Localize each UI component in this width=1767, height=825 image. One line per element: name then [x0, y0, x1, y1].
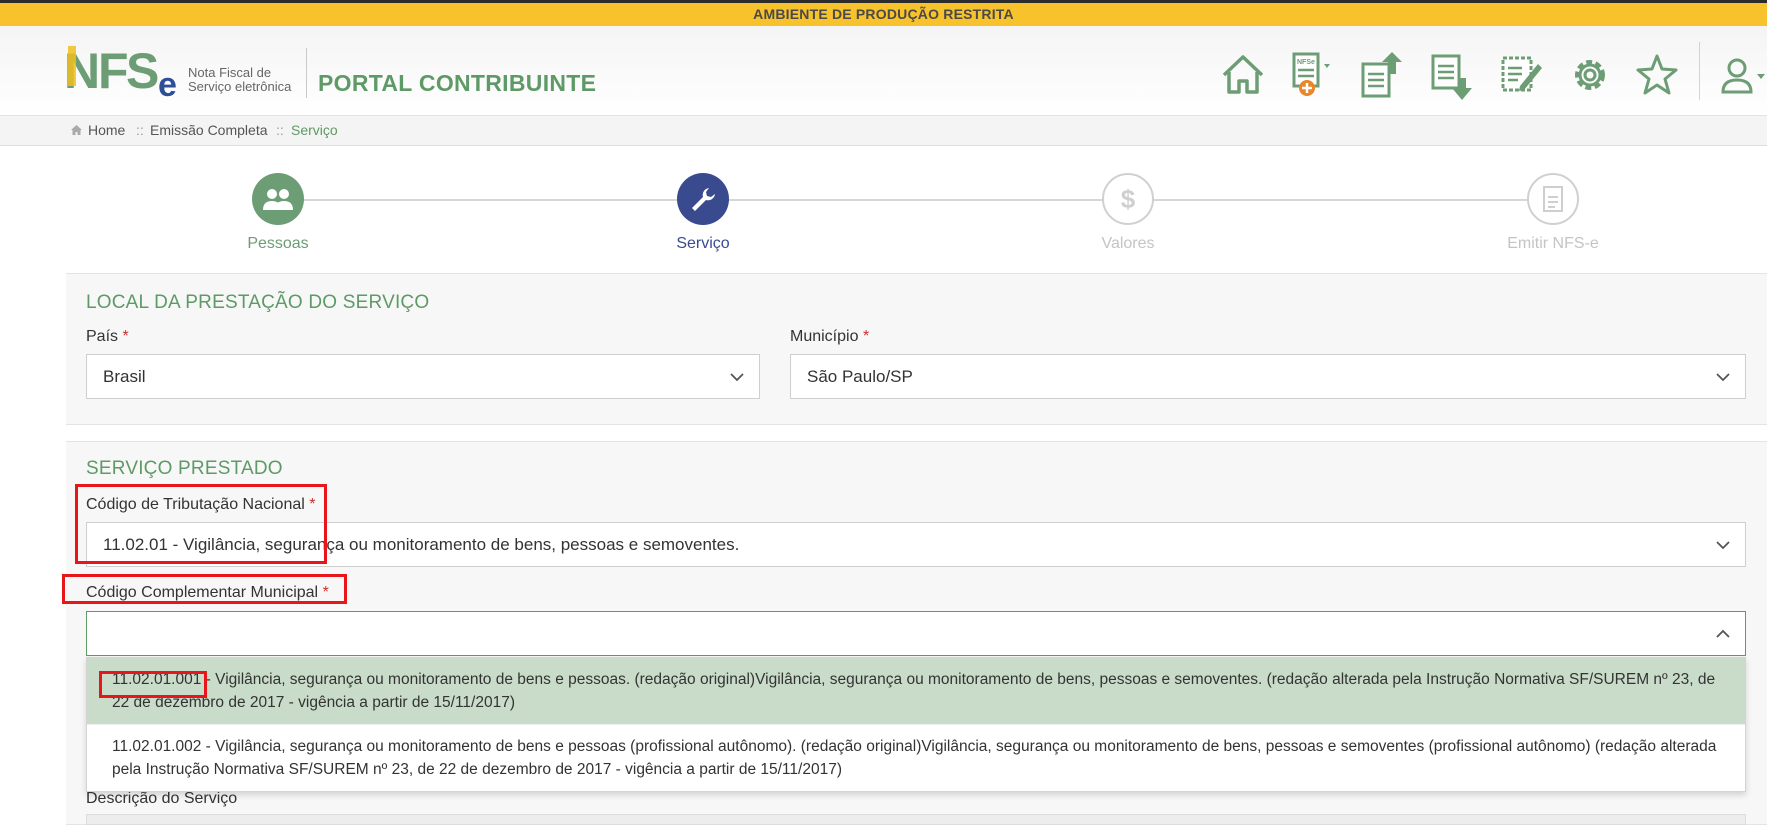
home-icon — [70, 122, 83, 138]
svg-text:NFSe: NFSe — [1297, 59, 1315, 66]
header: N F S e Nota Fiscal de Serviço eletrônic… — [0, 26, 1767, 116]
step-emitir-nfse[interactable]: Emitir NFS-e — [1473, 173, 1633, 253]
document-icon — [1527, 173, 1579, 225]
step-label: Serviço — [676, 235, 730, 252]
user-icon[interactable] — [1715, 48, 1767, 102]
option-text: - Vigilância, segurança ou monitoramento… — [112, 738, 1717, 778]
codigo-nacional-label: Código de Tributação Nacional * — [86, 496, 316, 513]
star-icon[interactable] — [1632, 48, 1682, 102]
people-icon — [252, 173, 304, 225]
svg-text:S: S — [126, 44, 159, 99]
municipio-label: Município * — [790, 328, 870, 345]
chevron-down-icon — [730, 373, 744, 382]
breadcrumb-home[interactable]: Home — [88, 122, 125, 138]
logo-subtitle-line1: Nota Fiscal de — [188, 65, 272, 80]
option-text: - Vigilância, segurança ou monitoramento… — [112, 671, 1716, 711]
home-icon[interactable] — [1218, 48, 1268, 102]
pais-value: Brasil — [103, 367, 146, 386]
step-valores[interactable]: $ Valores — [1048, 173, 1208, 253]
svg-text:F: F — [98, 44, 127, 99]
new-nfse-icon[interactable]: NFSe — [1284, 48, 1334, 102]
wrench-icon — [677, 173, 729, 225]
logo-subtitle: Nota Fiscal de Serviço eletrônica — [188, 66, 291, 94]
chevron-down-icon — [1716, 541, 1730, 550]
steps-connector — [278, 199, 1553, 201]
svg-text:$: $ — [1121, 184, 1136, 214]
edit-doc-icon[interactable] — [1496, 48, 1546, 102]
pais-label: País * — [86, 328, 129, 345]
local-prestacao-title: LOCAL DA PRESTAÇÃO DO SERVIÇO — [86, 292, 430, 313]
upload-doc-icon[interactable] — [1356, 48, 1406, 102]
step-label: Pessoas — [247, 235, 309, 252]
step-pessoas[interactable]: Pessoas — [198, 173, 358, 253]
svg-text:e: e — [158, 66, 177, 100]
codigo-municipal-select[interactable] — [86, 611, 1746, 656]
descricao-servico-input[interactable] — [86, 814, 1746, 825]
logo-subtitle-line2: Serviço eletrônica — [188, 79, 292, 94]
dropdown-option[interactable]: 11.02.01.001 - Vigilância, segurança ou … — [87, 658, 1745, 724]
breadcrumb-separator: :: — [136, 122, 144, 138]
step-servico[interactable]: Serviço — [623, 173, 783, 253]
breadcrumb-current: Serviço — [291, 122, 338, 138]
chevron-up-icon — [1716, 629, 1730, 638]
pais-select[interactable]: Brasil — [86, 354, 760, 399]
municipio-select[interactable]: São Paulo/SP — [790, 354, 1746, 399]
codigo-municipal-dropdown: 11.02.01.001 - Vigilância, segurança ou … — [86, 657, 1746, 792]
breadcrumb-separator: :: — [276, 122, 284, 138]
codigo-nacional-select[interactable]: 11.02.01 - Vigilância, segurança ou moni… — [86, 522, 1746, 567]
nfse-logo[interactable]: N F S e — [64, 43, 184, 104]
dollar-icon: $ — [1102, 173, 1154, 225]
wizard-steps: Pessoas Serviço $ Valores Emitir NFS-e — [0, 150, 1767, 270]
chevron-down-icon — [1716, 373, 1730, 382]
environment-banner: AMBIENTE DE PRODUÇÃO RESTRITA — [0, 0, 1767, 26]
descricao-servico-label: Descrição do Serviço — [86, 790, 238, 807]
header-separator — [1699, 42, 1700, 100]
breadcrumb: Home :: Emissão Completa :: Serviço — [0, 116, 1767, 146]
portal-title: PORTAL CONTRIBUINTE — [318, 70, 597, 96]
local-prestacao-panel: LOCAL DA PRESTAÇÃO DO SERVIÇO País * Bra… — [66, 273, 1767, 425]
servico-prestado-title: SERVIÇO PRESTADO — [86, 458, 283, 479]
download-doc-icon[interactable] — [1426, 48, 1476, 102]
step-label: Emitir NFS-e — [1507, 235, 1599, 252]
codigo-municipal-label: Código Complementar Municipal * — [86, 584, 329, 601]
logo-divider — [306, 48, 307, 98]
option-code: 11.02.01.002 — [112, 738, 202, 755]
option-code: 11.02.01.001 — [112, 671, 202, 688]
gear-icon[interactable] — [1565, 48, 1615, 102]
codigo-nacional-value: 11.02.01 - Vigilância, segurança ou moni… — [103, 535, 740, 554]
breadcrumb-emissao-completa[interactable]: Emissão Completa — [150, 122, 268, 138]
step-label: Valores — [1101, 235, 1155, 252]
municipio-value: São Paulo/SP — [807, 367, 913, 386]
dropdown-option[interactable]: 11.02.01.002 - Vigilância, segurança ou … — [87, 724, 1745, 791]
